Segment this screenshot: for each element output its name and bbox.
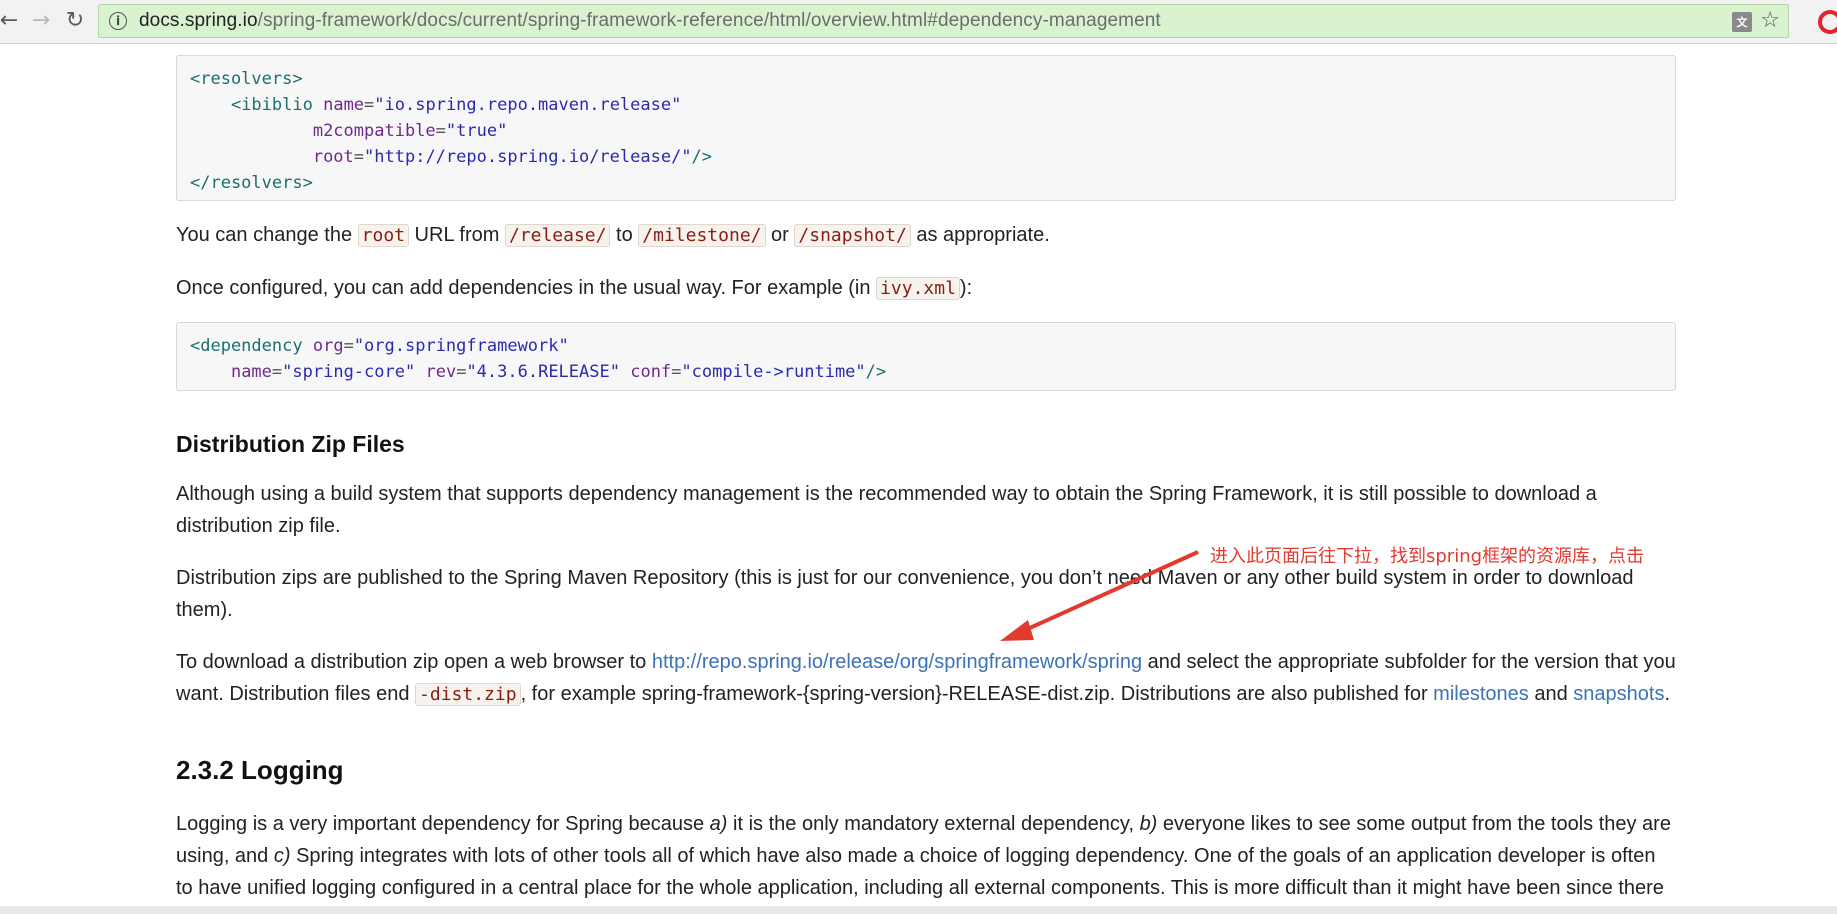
text: , for example spring-framework-{spring-v… bbox=[520, 683, 1434, 705]
code-token: </resolvers> bbox=[190, 173, 313, 193]
text: To download a distribution zip open a we… bbox=[176, 651, 652, 673]
inline-code: root bbox=[357, 224, 409, 247]
spring-repo-link[interactable]: http://repo.spring.io/release/org/spring… bbox=[652, 651, 1142, 673]
url-text[interactable]: docs.spring.io/spring-framework/docs/cur… bbox=[139, 10, 1161, 32]
text: to bbox=[610, 224, 639, 246]
resolvers-code-block: <resolvers> <ibiblio name="io.spring.rep… bbox=[176, 55, 1676, 201]
text: Spring integrates with lots of other too… bbox=[176, 845, 1664, 899]
text: it is the only mandatory external depend… bbox=[727, 813, 1140, 835]
reload-icon[interactable]: ↻ bbox=[60, 6, 90, 36]
emphasis: c) bbox=[273, 845, 291, 867]
text: Logging is a very important dependency f… bbox=[176, 813, 710, 835]
code-token: <ibiblio bbox=[230, 95, 313, 115]
code-token: "org.springframework" bbox=[353, 336, 569, 356]
code-token: rev bbox=[425, 362, 457, 382]
translate-icon[interactable]: 文 bbox=[1732, 12, 1752, 32]
root-url-paragraph: You can change the root URL from /releas… bbox=[176, 219, 1676, 252]
code-token: "io.spring.repo.maven.release" bbox=[374, 95, 682, 115]
code-token: name bbox=[323, 95, 365, 115]
text: . bbox=[1664, 683, 1670, 705]
browser-toolbar: ← → ↻ i docs.spring.io/spring-framework/… bbox=[0, 0, 1837, 44]
distribution-paragraph-2: Distribution zips are published to the S… bbox=[176, 567, 1634, 621]
code-token: <resolvers> bbox=[190, 69, 303, 89]
code-token: /> bbox=[865, 362, 887, 382]
dependency-code-block: <dependency org="org.springframework" na… bbox=[176, 322, 1676, 391]
bookmark-star-icon[interactable]: ☆ bbox=[1760, 8, 1780, 33]
code-token: name bbox=[230, 362, 272, 382]
info-icon[interactable]: i bbox=[109, 12, 127, 30]
emphasis: b) bbox=[1139, 813, 1158, 835]
text: as appropriate. bbox=[910, 224, 1050, 246]
code-token: org bbox=[312, 336, 344, 356]
url-path: /spring-framework/docs/current/spring-fr… bbox=[257, 10, 1161, 31]
inline-code: /milestone/ bbox=[638, 224, 766, 247]
url-host: docs.spring.io bbox=[139, 10, 258, 31]
code-token: "http://repo.spring.io/release/" bbox=[364, 147, 692, 167]
code-token: "compile->runtime" bbox=[681, 362, 866, 382]
code-token: root bbox=[312, 147, 354, 167]
text: URL from bbox=[409, 224, 505, 246]
opera-logo-icon[interactable] bbox=[1818, 10, 1837, 34]
distribution-zip-heading: Distribution Zip Files bbox=[176, 431, 405, 457]
emphasis: a) bbox=[709, 813, 728, 835]
distribution-paragraph-3: To download a distribution zip open a we… bbox=[176, 646, 1676, 711]
code-token: "true" bbox=[445, 121, 508, 141]
code-token: /> bbox=[691, 147, 713, 167]
back-arrow-icon[interactable]: ← bbox=[0, 6, 24, 36]
address-bar[interactable]: i docs.spring.io/spring-framework/docs/c… bbox=[98, 4, 1789, 38]
text: or bbox=[765, 224, 795, 246]
text: You can change the bbox=[176, 224, 358, 246]
code-token: "4.3.6.RELEASE" bbox=[466, 362, 620, 382]
page-content: <resolvers> <ibiblio name="io.spring.rep… bbox=[176, 44, 1676, 904]
text: Once configured, you can add dependencie… bbox=[176, 277, 877, 299]
inline-code: /snapshot/ bbox=[794, 224, 911, 247]
annotation-text: 进入此页面后往下拉，找到spring框架的资源库，点击 bbox=[1210, 546, 1645, 567]
snapshots-link[interactable]: snapshots bbox=[1573, 683, 1664, 705]
forward-arrow-icon[interactable]: → bbox=[26, 6, 56, 36]
milestones-link[interactable]: milestones bbox=[1433, 683, 1529, 705]
inline-code: /release/ bbox=[504, 224, 611, 247]
inline-code: -dist.zip bbox=[415, 683, 521, 706]
distribution-paragraph-1: Although using a build system that suppo… bbox=[176, 483, 1597, 537]
horizontal-scrollbar[interactable] bbox=[0, 906, 1837, 914]
inline-code: ivy.xml bbox=[876, 277, 960, 300]
dependencies-paragraph: Once configured, you can add dependencie… bbox=[176, 272, 1676, 305]
code-token: conf bbox=[630, 362, 672, 382]
logging-paragraph: Logging is a very important dependency f… bbox=[176, 808, 1676, 904]
code-token: m2compatible bbox=[312, 121, 436, 141]
code-token: "spring-core" bbox=[282, 362, 416, 382]
logging-heading: 2.3.2 Logging bbox=[176, 755, 344, 785]
code-token: <dependency bbox=[190, 336, 303, 356]
text: and bbox=[1528, 683, 1574, 705]
text: ): bbox=[959, 277, 973, 299]
